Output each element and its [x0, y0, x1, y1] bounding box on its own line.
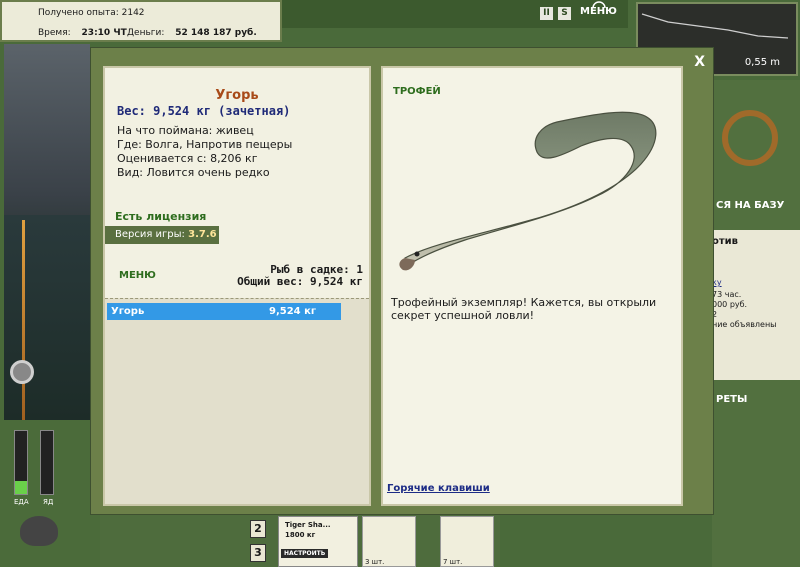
poison-gauge [40, 430, 54, 495]
money-label: Деньги: [127, 28, 165, 38]
hours-text: 73 час. [712, 290, 742, 299]
fish-estimate: Оценивается с: 8,206 кг [117, 152, 258, 165]
exp-value: 2142 [121, 8, 145, 18]
go-to-base-button[interactable]: ся на базу [716, 200, 784, 211]
version-bar: Версия игры: 3.7.6 [105, 226, 219, 244]
depth-value: 0,55 m [744, 57, 780, 68]
time-label: Время: [38, 28, 71, 38]
hud-info-panel: Получено опыта: 2142 Время: 23:10 ЧТ Ден… [0, 0, 282, 42]
license-status: Есть лицензия [115, 210, 207, 223]
pot-icon[interactable] [20, 516, 58, 546]
top-menu-button[interactable]: МЕНЮ [580, 1, 617, 17]
secrets-button[interactable]: реты [716, 394, 747, 405]
fishing-rod [22, 220, 25, 420]
catch-total-weight: Общий вес: 9,524 кг [237, 275, 363, 288]
catch-row-weight: 9,524 кг [269, 306, 317, 317]
version-label: Версия игры: [115, 229, 185, 240]
slot-2-count: 7 шт. [443, 558, 463, 566]
depth-line [641, 13, 789, 39]
catch-row-name: Угорь [111, 306, 145, 317]
sound-icon-glyph: S [561, 8, 568, 18]
dialog-menu-link[interactable]: МЕНЮ [119, 270, 156, 281]
catch-list-row[interactable]: Угорь 9,524 кг [107, 303, 341, 320]
catch-dialog: X Угорь Вес: 9,524 кг (зачетная) На что … [90, 47, 714, 515]
fish-name: Угорь [215, 88, 259, 103]
money-value: 52 148 187 руб. [175, 28, 257, 38]
lure-name: Tiger Sha... [285, 521, 331, 529]
food-label: ЕДА [14, 498, 29, 506]
time-value: 23:10 ЧТ [81, 28, 127, 38]
lure-card: Tiger Sha... 1800 кг НАСТРОИТЬ [278, 516, 358, 567]
slot-3-button[interactable]: 3 [250, 544, 266, 562]
food-gauge [14, 430, 28, 495]
fish-weight: Вес: 9,524 кг (зачетная) [117, 104, 291, 118]
time-line: Время: 23:10 ЧТ [38, 28, 127, 38]
trophy-message: Трофейный экземпляр! Кажется, вы открыли… [391, 296, 657, 322]
right-info-panel: отив ку 73 час. 000 руб. 2 ние объявлены [712, 230, 800, 380]
close-button[interactable]: X [694, 54, 705, 70]
money-line: Деньги: 52 148 187 руб. [127, 28, 257, 38]
configure-button[interactable]: НАСТРОИТЬ [281, 549, 329, 558]
pause-icon[interactable]: II [540, 7, 553, 20]
against-text: отив [712, 236, 739, 247]
ads-text: ние объявлены [712, 320, 777, 329]
top-bar: II S [282, 0, 628, 28]
rub-text: 000 руб. [712, 300, 748, 309]
water [4, 215, 90, 420]
poison-label: ЯД [43, 498, 54, 506]
fish-info-pane: Угорь Вес: 9,524 кг (зачетная) На что по… [103, 66, 371, 506]
fish-location: Где: Волга, Напротив пещеры [117, 138, 293, 151]
pause-icon-glyph: II [543, 8, 550, 18]
version-value: 3.7.6 [188, 229, 217, 240]
sound-icon[interactable]: S [558, 7, 571, 20]
slot-2-button[interactable]: 2 [250, 520, 266, 538]
fish-rarity: Вид: Ловится очень редко [117, 166, 270, 179]
exp-line: Получено опыта: 2142 [38, 8, 145, 18]
exp-label: Получено опыта: [38, 8, 119, 18]
inventory-slot-2[interactable]: 7 шт. [440, 516, 494, 567]
eel-image [399, 111, 657, 271]
lure-weight: 1800 кг [285, 531, 316, 539]
hotkeys-link[interactable]: Горячие клавиши [387, 483, 490, 494]
trophy-pane: ТРОФЕЙ Трофейный экземпляр! Кажется, вы … [381, 66, 683, 506]
wheel-icon [592, 1, 606, 8]
inventory-slot-1[interactable]: 3 шт. [362, 516, 416, 567]
reel-icon [10, 360, 34, 384]
ships-wheel-icon [722, 110, 778, 166]
slot-1-count: 3 шт. [365, 558, 385, 566]
catch-list: Угорь 9,524 кг [105, 298, 369, 504]
fish-bait: На что поймана: живец [117, 124, 254, 137]
